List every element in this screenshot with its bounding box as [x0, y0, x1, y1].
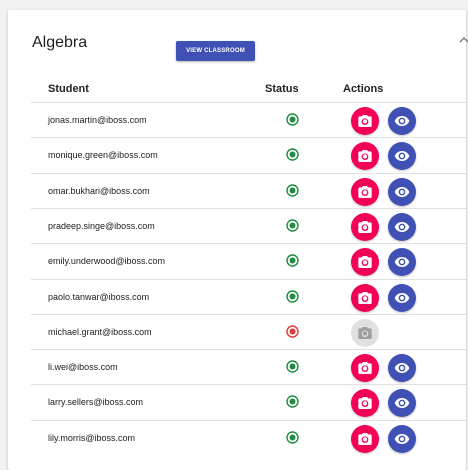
- eye-icon: [394, 221, 410, 232]
- student-email: jonas.martin@iboss.com: [48, 115, 147, 125]
- screenshot-button[interactable]: [351, 283, 379, 312]
- table-row: larry.sellers@iboss.com: [31, 384, 466, 420]
- classroom-panel: Algebra VIEW CLASSROOM Student Status Ac…: [8, 10, 468, 470]
- status-offline-icon: [286, 325, 299, 338]
- table-row: paolo.tanwar@iboss.com: [31, 278, 466, 315]
- view-screen-button[interactable]: [388, 424, 416, 453]
- student-email: monique.green@iboss.com: [48, 150, 158, 161]
- screenshot-button[interactable]: [351, 389, 379, 418]
- camera-icon: [358, 150, 372, 163]
- screenshot-button[interactable]: [351, 177, 379, 206]
- column-header-student: Student: [48, 83, 89, 95]
- view-screen-button[interactable]: [388, 177, 416, 206]
- camera-icon: [358, 185, 372, 198]
- screenshot-button[interactable]: [351, 142, 379, 171]
- status-online-icon: [286, 430, 299, 444]
- table-row: michael.grant@iboss.com: [31, 313, 466, 350]
- view-screen-button[interactable]: [388, 212, 416, 241]
- student-email: lily.morris@iboss.com: [48, 432, 135, 443]
- view-screen-button[interactable]: [388, 283, 416, 312]
- eye-icon: [394, 398, 410, 409]
- status-online-icon: [286, 395, 299, 409]
- screenshot-button[interactable]: [351, 354, 379, 383]
- camera-icon: [358, 115, 372, 127]
- screenshot-button[interactable]: [351, 424, 379, 453]
- student-email: emily.underwood@iboss.com: [48, 256, 166, 267]
- eye-icon: [394, 186, 410, 197]
- table-header: Student Status Actions: [8, 72, 466, 102]
- camera-icon: [358, 326, 372, 339]
- table-row: pradeep.singe@iboss.com: [31, 207, 466, 244]
- column-header-status: Status: [265, 83, 299, 95]
- table-row: monique.green@iboss.com: [31, 137, 466, 173]
- camera-icon: [358, 256, 372, 269]
- status-online-icon: [286, 289, 299, 303]
- status-online-icon: [286, 219, 299, 232]
- camera-icon: [358, 220, 372, 233]
- student-email: larry.sellers@iboss.com: [48, 397, 143, 408]
- view-classroom-button[interactable]: VIEW CLASSROOM: [176, 41, 255, 61]
- classroom-title: Algebra: [32, 34, 88, 51]
- student-email: omar.bukhari@iboss.com: [48, 185, 150, 196]
- eye-icon: [394, 292, 410, 303]
- table-row: lily.morris@iboss.com: [31, 419, 466, 456]
- camera-icon: [358, 291, 372, 304]
- table-row: omar.bukhari@iboss.com: [31, 172, 466, 209]
- camera-icon: [358, 432, 372, 445]
- view-screen-button[interactable]: [388, 142, 416, 171]
- status-online-icon: [286, 254, 299, 267]
- eye-icon: [394, 363, 410, 374]
- column-header-actions: Actions: [343, 83, 384, 95]
- student-email: paolo.tanwar@iboss.com: [48, 291, 150, 302]
- screenshot-button[interactable]: [351, 212, 379, 241]
- screenshot-button[interactable]: [351, 248, 379, 277]
- chevron-up-icon[interactable]: [458, 32, 468, 43]
- table-row: li.wei@iboss.com: [31, 349, 466, 385]
- status-online-icon: [286, 148, 299, 161]
- eye-icon: [394, 433, 410, 444]
- camera-icon: [358, 397, 372, 410]
- eye-icon: [394, 151, 410, 162]
- screenshot-button[interactable]: [351, 318, 379, 347]
- view-screen-button[interactable]: [388, 248, 416, 277]
- view-screen-button[interactable]: [388, 354, 416, 383]
- screenshot-button[interactable]: [351, 107, 379, 135]
- status-online-icon: [286, 183, 299, 197]
- student-email: li.wei@iboss.com: [48, 362, 118, 373]
- view-screen-button[interactable]: [388, 107, 416, 135]
- camera-icon: [358, 362, 372, 375]
- table-row: emily.underwood@iboss.com: [31, 243, 466, 279]
- student-email: michael.grant@iboss.com: [48, 326, 152, 337]
- status-online-icon: [286, 360, 299, 373]
- student-email: pradeep.singe@iboss.com: [48, 220, 155, 231]
- status-online-icon: [286, 113, 299, 126]
- eye-icon: [394, 257, 410, 268]
- eye-icon: [394, 116, 410, 126]
- view-screen-button[interactable]: [388, 389, 416, 418]
- table-row: jonas.martin@iboss.com: [31, 102, 466, 138]
